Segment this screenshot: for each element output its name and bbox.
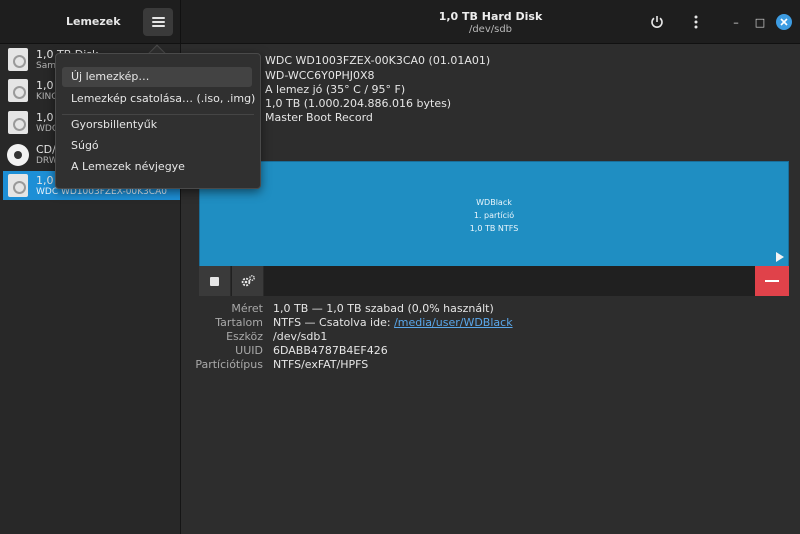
drive-size-value: 1,0 TB (1.000.204.886.016 bytes) — [265, 97, 452, 110]
menu-item-help[interactable]: Súgó — [62, 136, 252, 156]
volume-partition-block[interactable]: WDBlack 1. partíció 1,0 TB NTFS — [199, 161, 789, 267]
drive-serial-value: WD-WCC6Y0PHJ0X8 — [265, 69, 375, 82]
play-icon — [776, 252, 784, 262]
main-menu-button[interactable] — [143, 8, 173, 36]
size-value: 1,0 TB — 1,0 TB szabad (0,0% használt) — [273, 302, 494, 315]
mount-point-link[interactable]: /media/user/WDBlack — [394, 316, 512, 329]
main-menu-popover: Új lemezkép… Lemezkép csatolása… (.iso, … — [55, 53, 261, 189]
menu-item-keyboard-shortcuts[interactable]: Gyorsbillentyűk — [62, 115, 252, 135]
device-name: 1,0 — [36, 79, 54, 92]
device-label: Eszköz — [226, 330, 263, 343]
close-button[interactable] — [776, 14, 792, 30]
gears-icon — [241, 275, 255, 287]
kebab-menu-icon — [694, 15, 698, 29]
drive-partitioning-value: Master Boot Record — [265, 111, 373, 124]
drive-assessment-value: A lemez jó (35° C / 95° F) — [265, 83, 406, 96]
volume-name: WDBlack — [476, 198, 512, 207]
hard-disk-icon — [8, 48, 28, 71]
uuid-label: UUID — [235, 344, 263, 357]
content-prefix: NTFS — Csatolva ide: — [273, 316, 391, 329]
volume-partition: 1. partíció — [473, 211, 515, 220]
hamburger-icon — [151, 17, 165, 27]
menu-item-new-disk-image[interactable]: Új lemezkép… — [62, 67, 252, 87]
drive-model-value: WDC WD1003FZEX-00K3CA0 (01.01A01) — [265, 54, 491, 67]
device-name: 1,0 — [36, 111, 54, 124]
unmount-button[interactable] — [199, 266, 231, 296]
hard-disk-icon — [8, 111, 28, 134]
menu-item-about[interactable]: A Lemezek névjegye — [62, 157, 252, 177]
partition-type-label: Partíciótípus — [195, 358, 263, 371]
sidebar-header: Lemezek — [0, 0, 181, 44]
maximize-button[interactable]: □ — [752, 14, 768, 30]
content-value: NTFS — Csatolva ide: /media/user/WDBlack — [273, 316, 513, 329]
app-title: Lemezek — [66, 15, 121, 28]
header-bar: Lemezek 1,0 TB Hard Disk /dev/sdb – □ — [0, 0, 800, 44]
partition-type-value: NTFS/exFAT/HPFS — [273, 358, 369, 371]
minimize-button[interactable]: – — [728, 14, 744, 30]
volume-filesystem: 1,0 TB NTFS — [469, 224, 519, 233]
device-model: Sam — [36, 61, 56, 71]
partition-options-button[interactable] — [232, 266, 264, 296]
device-name: 1,0 — [36, 174, 54, 187]
maximize-icon: □ — [754, 15, 766, 29]
minus-icon — [765, 280, 779, 282]
device-name: CD/ — [36, 143, 56, 156]
close-icon — [780, 18, 788, 26]
stop-icon — [210, 276, 219, 286]
device-value: /dev/sdb1 — [273, 330, 328, 343]
drive-options-button[interactable] — [684, 10, 708, 34]
uuid-value: 6DABB4787B4EF426 — [273, 344, 388, 357]
minimize-icon: – — [733, 15, 739, 29]
drive-details-panel: WDC WD1003FZEX-00K3CA0 (01.01A01) WD-WCC… — [181, 44, 800, 534]
delete-partition-button[interactable] — [755, 266, 789, 296]
menu-item-attach-disk-image[interactable]: Lemezkép csatolása… (.iso, .img) — [62, 89, 255, 109]
optical-disc-icon — [7, 144, 29, 166]
hard-disk-icon — [8, 174, 28, 197]
size-label: Méret — [231, 302, 263, 315]
hard-disk-icon — [8, 79, 28, 102]
power-icon — [651, 16, 663, 28]
volume-toolbar — [199, 266, 789, 296]
power-off-button[interactable] — [645, 10, 669, 34]
content-label: Tartalom — [215, 316, 263, 329]
